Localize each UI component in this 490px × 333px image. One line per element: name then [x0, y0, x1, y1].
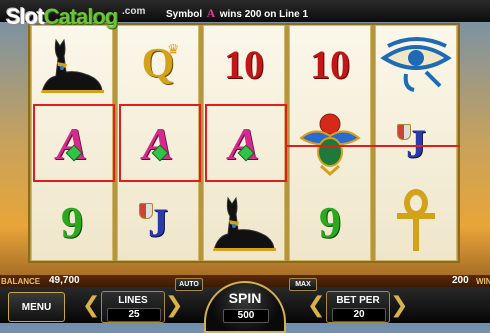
symbol-eye: [375, 25, 457, 103]
symbol-9-digit: 9: [319, 197, 341, 247]
reel-5: J: [375, 25, 457, 261]
lines-label: LINES: [118, 295, 148, 306]
bet-per-value: 20: [332, 308, 386, 322]
shield-icon: [397, 124, 411, 140]
cat-icon: [213, 196, 276, 251]
bet-per-label: BET PER: [336, 295, 380, 306]
reel-4: 10 9: [289, 25, 371, 261]
symbol-9: 9: [289, 183, 371, 261]
symbol-scarab: [289, 104, 371, 182]
logo-part-catalog: Catalog: [43, 4, 119, 29]
crown-icon: ♛: [167, 41, 180, 57]
symbol-q: Q ♛: [117, 25, 199, 103]
shield-icon: [139, 203, 153, 219]
cat-icon: [41, 38, 104, 93]
lines-value: 25: [107, 308, 161, 322]
symbol-10: 10: [203, 25, 285, 103]
bet-per-line-control: BET PER 20: [326, 291, 390, 323]
auto-button[interactable]: AUTO: [175, 278, 203, 291]
win-highlight: [119, 104, 201, 182]
scarab-icon: [299, 113, 361, 177]
win-message-prefix: Symbol: [166, 9, 203, 20]
bet-decrease-arrow-icon[interactable]: [307, 293, 325, 317]
win-message-suffix: wins 200 on Line 1: [219, 9, 309, 20]
lines-decrease-arrow-icon[interactable]: [82, 293, 100, 317]
lines-increase-arrow-icon[interactable]: [165, 293, 183, 317]
balance-label: BALANCE: [1, 277, 41, 286]
logo-domain: .com: [122, 6, 146, 17]
payline-1: [287, 145, 460, 147]
win-value: 200: [452, 275, 469, 286]
symbol-cat: [31, 25, 113, 103]
logo-part-slot: Slot: [6, 4, 45, 29]
reels-area: A 9 Q ♛ A J 10 A 10 9 J: [28, 23, 460, 263]
win-message-symbol: A: [206, 6, 216, 20]
symbol-j: J: [117, 183, 199, 261]
ankh-icon: [397, 189, 435, 251]
max-button[interactable]: MAX: [289, 278, 317, 291]
bet-increase-arrow-icon[interactable]: [390, 293, 408, 317]
symbol-10-number: 10: [224, 41, 264, 87]
win-highlight: [33, 104, 115, 182]
symbol-9-digit: 9: [61, 197, 83, 247]
eye-of-horus-icon: [380, 37, 452, 92]
symbol-j: J: [375, 104, 457, 182]
win-highlight: [205, 104, 287, 182]
menu-button[interactable]: MENU: [8, 292, 65, 322]
symbol-cat: [203, 183, 285, 261]
symbol-10: 10: [289, 25, 371, 103]
symbol-10-number: 10: [310, 41, 350, 87]
balance-value: 49,700: [49, 275, 80, 286]
win-message: Symbol A wins 200 on Line 1: [166, 6, 308, 21]
lines-control: LINES 25: [101, 291, 165, 323]
symbol-9: 9: [31, 183, 113, 261]
spin-label: SPIN: [228, 290, 262, 306]
symbol-ankh: [375, 183, 457, 261]
total-bet-value: 500: [223, 309, 269, 323]
slotcatalog-logo: SlotCatalog: [6, 4, 119, 34]
win-label: WIN: [476, 277, 490, 286]
